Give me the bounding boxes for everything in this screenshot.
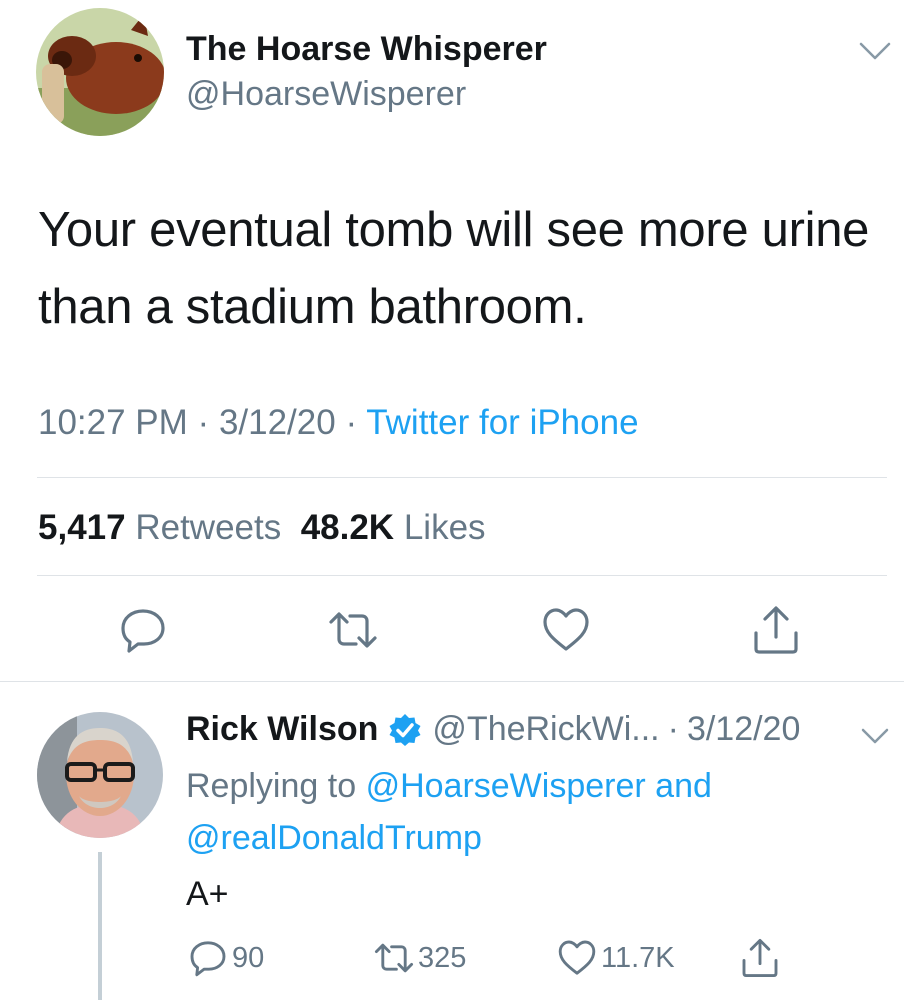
tweet-source-link[interactable]: Twitter for iPhone	[366, 403, 638, 442]
likes-count: 48.2K	[300, 508, 395, 547]
like-action[interactable]: 11.7K	[557, 938, 675, 978]
and-word: and	[655, 767, 712, 805]
likes-stat[interactable]: 48.2K Likes	[301, 508, 486, 547]
share-icon[interactable]	[751, 605, 801, 655]
retweet-action[interactable]: 325	[374, 938, 466, 978]
divider	[0, 681, 904, 682]
reply-count: 90	[232, 941, 265, 974]
retweets-count: 5,417	[38, 508, 126, 547]
author-handle[interactable]: @HoarseWisperer	[186, 75, 466, 114]
reply-header: Rick Wilson @TheRickWi... · 3/12/20	[186, 710, 800, 749]
reply-text: A+	[186, 875, 229, 913]
tweet-metadata: 10:27 PM · 3/12/20 · Twitter for iPhone	[38, 403, 639, 443]
horse-avatar-image	[36, 8, 164, 136]
separator: ·	[197, 403, 210, 442]
like-icon	[558, 940, 596, 975]
tweet-text: Your eventual tomb will see more urine t…	[38, 203, 870, 334]
reply-action[interactable]: 90	[188, 938, 264, 978]
replying-to-line: Replying to @HoarseWisperer and @realDon…	[186, 760, 826, 864]
like-count: 11.7K	[601, 941, 675, 974]
retweet-icon[interactable]	[328, 605, 378, 655]
author-display-name[interactable]: The Hoarse Whisperer	[186, 30, 547, 69]
likes-label: Likes	[403, 508, 486, 547]
share-icon	[742, 938, 778, 978]
retweet-count: 325	[418, 941, 467, 974]
avatar-rick-wilson[interactable]	[37, 712, 163, 838]
thread-connector-line	[98, 852, 102, 1000]
like-icon[interactable]	[541, 605, 591, 655]
tweet-date[interactable]: 3/12/20	[219, 403, 336, 442]
reply-date[interactable]: 3/12/20	[687, 710, 800, 749]
replying-prefix: Replying to	[186, 767, 357, 805]
reply-icon[interactable]	[118, 605, 168, 655]
share-action[interactable]	[740, 938, 784, 978]
retweet-icon	[374, 943, 414, 973]
reply-author-name[interactable]: Rick Wilson	[186, 710, 378, 749]
engagement-stats: 5,417 Retweets 48.2K Likes	[38, 508, 486, 548]
reply-icon	[190, 941, 226, 977]
chevron-down-icon[interactable]	[860, 726, 890, 746]
retweets-label: Retweets	[135, 508, 282, 547]
divider	[37, 477, 887, 478]
person-avatar-image	[37, 712, 163, 838]
divider	[37, 575, 887, 576]
retweets-stat[interactable]: 5,417 Retweets	[38, 508, 281, 547]
chevron-down-icon[interactable]	[858, 40, 892, 62]
separator: ·	[667, 710, 679, 748]
mention-link[interactable]: @realDonaldTrump	[186, 819, 482, 857]
avatar-hoarse-whisperer[interactable]	[36, 8, 164, 136]
reply-author-handle[interactable]: @TheRickWi...	[432, 710, 659, 749]
mention-link[interactable]: @HoarseWisperer	[366, 767, 646, 805]
separator: ·	[345, 403, 358, 442]
verified-badge-icon	[389, 713, 421, 746]
tweet-time[interactable]: 10:27 PM	[38, 403, 188, 442]
